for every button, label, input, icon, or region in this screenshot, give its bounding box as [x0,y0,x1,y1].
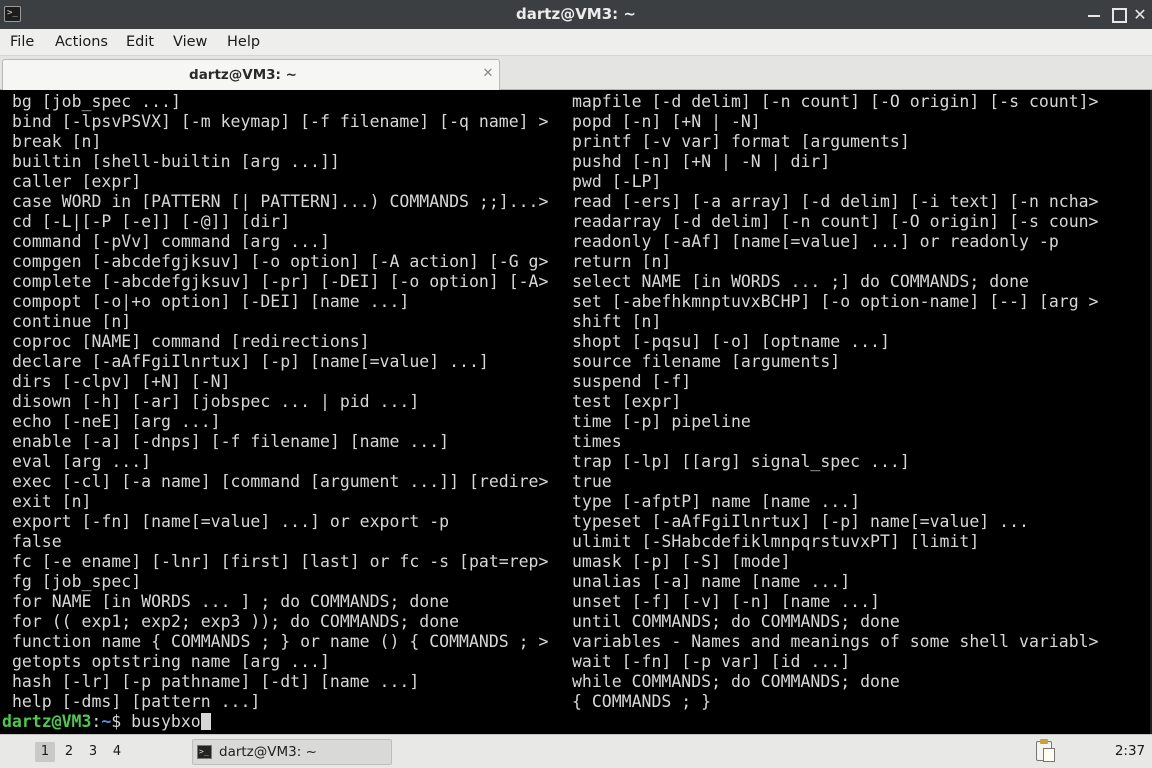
terminal-line: ulimit [-SHabcdefiklmnpqrstuvxPT] [limit… [572,532,980,551]
terminal-line: read [-ers] [-a array] [-d delim] [-i te… [572,192,1099,211]
terminal-line: false [12,532,62,551]
terminal-line: for (( exp1; exp2; exp3 )); do COMMANDS;… [12,612,460,631]
workspace-3[interactable]: 3 [83,742,103,762]
terminal-line: fc [-e ename] [-lnr] [first] [last] or f… [12,552,549,571]
terminal-line: true [572,472,612,491]
workspace-4[interactable]: 4 [107,742,127,762]
terminal-line: set [-abefhkmnptuvxBCHP] [-o option-name… [572,292,1099,311]
terminal-line: break [n] [12,132,102,151]
terminal-line: bg [job_spec ...] [12,92,181,111]
terminal-line: help [-dms] [pattern ...] [12,692,261,711]
terminal-line: exit [n] [12,492,92,511]
terminal-output[interactable]: bg [job_spec ...] bind [-lpsvPSVX] [-m ke… [0,90,1150,734]
tab-close-icon[interactable]: ✕ [479,64,497,84]
terminal-line: type [-afptP] name [name ...] [572,492,861,511]
terminal-line: complete [-abcdefgjksuv] [-pr] [-DEI] [-… [12,272,549,291]
taskbar: 1 2 3 4 >_ dartz@VM3: ~ [0,734,1152,768]
terminal-line: readarray [-d delim] [-n count] [-O orig… [572,212,1099,231]
terminal-line: select NAME [in WORDS ... ;] do COMMANDS… [572,272,1029,291]
terminal-line: cd [-L|[-P [-e]] [-@]] [dir] [12,212,291,231]
terminal-line: echo [-neE] [arg ...] [12,412,221,431]
prompt-user-host: dartz@VM3 [2,712,92,731]
terminal-line: continue [n] [12,312,132,331]
workspace-2[interactable]: 2 [59,742,79,762]
terminal-line: caller [expr] [12,172,142,191]
terminal-line: eval [arg ...] [12,452,152,471]
minimize-button[interactable] [1084,5,1104,25]
terminal-line: dirs [-clpv] [+N] [-N] [12,372,231,391]
menu-help[interactable]: Help [227,29,260,56]
terminal-line: test [expr] [572,392,682,411]
terminal-icon: >_ [197,745,212,759]
terminal-line: unset [-f] [-v] [-n] [name ...] [572,592,880,611]
terminal-line: shift [n] [572,312,662,331]
terminal-line: popd [-n] [+N | -N] [572,112,761,131]
terminal-line: exec [-cl] [-a name] [command [argument … [12,472,549,491]
terminal-line: suspend [-f] [572,372,692,391]
help-list-right: mapfile [-d delim] [-n count] [-O origin… [572,92,1147,712]
terminal-line: declare [-aAfFgiIlnrtux] [-p] [name[=val… [12,352,489,371]
tab-strip: dartz@VM3: ~ ✕ [0,56,1152,90]
terminal-line: hash [-lr] [-p pathname] [-dt] [name ...… [12,672,420,691]
terminal-line: builtin [shell-builtin [arg ...]] [12,152,340,171]
workspace-1[interactable]: 1 [35,742,55,762]
terminal-line: coproc [NAME] command [redirections] [12,332,370,351]
terminal-line: fg [job_spec] [12,572,142,591]
prompt-line[interactable]: dartz@VM3:~$ busybxo [2,712,211,732]
terminal-line: case WORD in [PATTERN [| PATTERN]...) CO… [12,192,549,211]
tab-terminal[interactable]: dartz@VM3: ~ ✕ [2,59,500,90]
terminal-line: export [-fn] [name[=value] ...] or expor… [12,512,450,531]
terminal-line: compgen [-abcdefgjksuv] [-o option] [-A … [12,252,549,271]
clipboard-icon[interactable] [1036,739,1055,762]
title-bar: >_ dartz@VM3: ~ ✕ [0,0,1152,29]
terminal-line: compopt [-o|+o option] [-DEI] [name ...] [12,292,410,311]
taskbar-terminal-task[interactable]: >_ dartz@VM3: ~ [192,739,392,765]
prompt-path: ~ [101,712,112,731]
terminal-line: command [-pVv] command [arg ...] [12,232,330,251]
menu-file[interactable]: File [10,29,34,56]
terminal-line: variables - Names and meanings of some s… [572,632,1099,651]
terminal-line: printf [-v var] format [arguments] [572,132,910,151]
terminal-line: times [572,432,622,451]
terminal-line: function name { COMMANDS ; } or name () … [12,632,549,651]
terminal-line: getopts optstring name [arg ...] [12,652,330,671]
prompt-separator: : [91,712,102,731]
text-cursor [200,713,211,730]
terminal-line: while COMMANDS; do COMMANDS; done [572,672,900,691]
terminal-line: trap [-lp] [[arg] signal_spec ...] [572,452,910,471]
close-button[interactable]: ✕ [1130,5,1150,25]
terminal-line: disown [-h] [-ar] [jobspec ... | pid ...… [12,392,420,411]
menu-actions[interactable]: Actions [55,29,108,56]
terminal-line: pushd [-n] [+N | -N | dir] [572,152,831,171]
window-title: dartz@VM3: ~ [516,5,636,23]
menu-edit[interactable]: Edit [126,29,154,56]
task-label: dartz@VM3: ~ [219,744,317,760]
terminal-line: for NAME [in WORDS ... ] ; do COMMANDS; … [12,592,450,611]
terminal-line: bind [-lpsvPSVX] [-m keymap] [-f filenam… [12,112,549,131]
terminal-line: typeset [-aAfFgiIlnrtux] [-p] name[=valu… [572,512,1029,531]
terminal-line: time [-p] pipeline [572,412,751,431]
terminal-line: shopt [-pqsu] [-o] [optname ...] [572,332,890,351]
terminal-line: { COMMANDS ; } [572,692,712,711]
terminal-line: source filename [arguments] [572,352,841,371]
terminal-line: unalias [-a] name [name ...] [572,572,851,591]
menu-bar: File Actions Edit View Help [0,29,1152,56]
terminal-line: return [n] [572,252,672,271]
command-input[interactable]: busybxo [131,712,201,731]
clock[interactable]: 2:37 [1110,734,1150,768]
prompt-symbol: $ [111,712,132,731]
terminal-line: wait [-fn] [-p var] [id ...] [572,652,851,671]
terminal-line: umask [-p] [-S] [mode] [572,552,791,571]
help-list-left: bg [job_spec ...] bind [-lpsvPSVX] [-m ke… [12,92,562,712]
terminal-line: pwd [-LP] [572,172,662,191]
maximize-button[interactable] [1108,5,1128,25]
terminal-line: until COMMANDS; do COMMANDS; done [572,612,900,631]
terminal-line: mapfile [-d delim] [-n count] [-O origin… [572,92,1099,111]
menu-view[interactable]: View [173,29,207,56]
terminal-line: readonly [-aAf] [name[=value] ...] or re… [572,232,1059,251]
tab-label: dartz@VM3: ~ [189,67,297,83]
terminal-line: enable [-a] [-dnps] [-f filename] [name … [12,432,450,451]
